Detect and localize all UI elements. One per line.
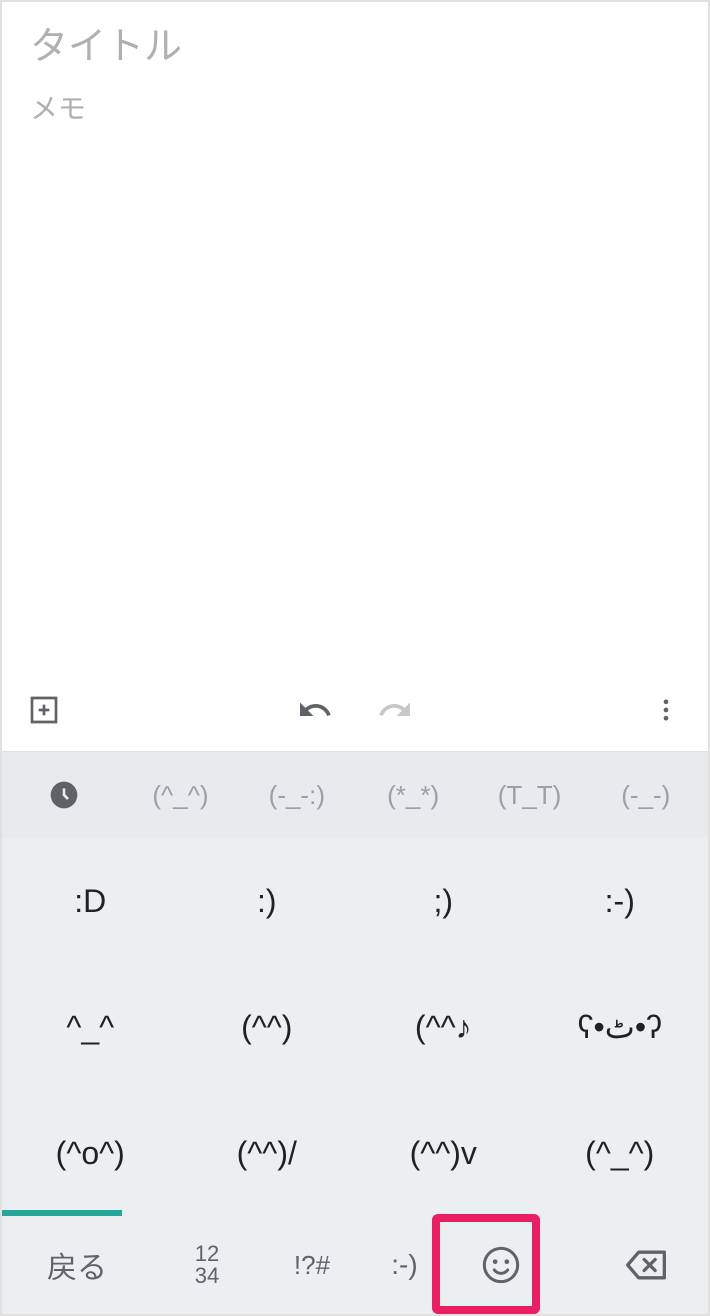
kaomoji-key[interactable]: :D — [2, 838, 179, 964]
smiley-icon — [481, 1245, 521, 1285]
undo-button[interactable] — [291, 686, 339, 734]
kaomoji-key[interactable]: (^^)/ — [179, 1090, 356, 1216]
numbers-key[interactable]: 12 34 — [152, 1216, 262, 1314]
kaomoji-key[interactable]: ʕ•ٹ•ʔ — [532, 964, 709, 1090]
kaomoji-key[interactable]: (^^♪ — [355, 964, 532, 1090]
memo-input[interactable] — [30, 87, 680, 644]
title-input[interactable] — [30, 26, 680, 69]
kaomoji-key[interactable]: (^^) — [179, 964, 356, 1090]
keyboard-bottom-row: 戻る 12 34 !?# :-) — [2, 1216, 708, 1314]
backspace-icon — [624, 1243, 668, 1287]
backspace-key[interactable] — [555, 1216, 708, 1314]
kaomoji-key[interactable]: (^o^) — [2, 1090, 179, 1216]
kaomoji-tab-sweat[interactable]: (-_-:) — [239, 752, 355, 838]
more-vert-icon — [652, 696, 680, 724]
note-toolbar — [2, 668, 708, 752]
clock-icon — [48, 779, 80, 811]
symbols-key[interactable]: !?# — [262, 1216, 362, 1314]
kaomoji-category-tabs: (^_^) (-_-:) (*_*) (T_T) (-_-) — [2, 752, 708, 838]
back-key[interactable]: 戻る — [2, 1216, 152, 1314]
kaomoji-key[interactable]: (^_^) — [532, 1090, 709, 1216]
kaomoji-grid: :D :) ;) :-) ^_^ (^^) (^^♪ ʕ•ٹ•ʔ (^o^) (… — [2, 838, 708, 1216]
kaomoji-key[interactable]: :) — [179, 838, 356, 964]
nums-bot: 34 — [195, 1265, 219, 1287]
nums-top: 12 — [195, 1243, 219, 1265]
emoji-key[interactable] — [447, 1216, 555, 1314]
redo-icon — [377, 692, 413, 728]
kaomoji-tab-recent[interactable] — [6, 752, 122, 838]
kaomoji-tab-star[interactable]: (*_*) — [355, 752, 471, 838]
kaomoji-key[interactable]: :-) — [532, 838, 709, 964]
kaomoji-tab-happy[interactable]: (^_^) — [122, 752, 238, 838]
note-editor — [2, 2, 708, 668]
plus-box-icon — [28, 694, 60, 726]
kaomoji-key[interactable]: (^^)v — [355, 1090, 532, 1216]
kaomoji-tab-flat[interactable]: (-_-) — [588, 752, 704, 838]
redo-button[interactable] — [371, 686, 419, 734]
undo-icon — [297, 692, 333, 728]
kaomoji-tab-cry[interactable]: (T_T) — [471, 752, 587, 838]
kaomoji-key[interactable]: ;) — [355, 838, 532, 964]
add-button[interactable] — [20, 686, 68, 734]
kaomoji-key[interactable]: :-) — [362, 1216, 447, 1314]
more-button[interactable] — [642, 686, 690, 734]
kaomoji-key[interactable]: ^_^ — [2, 964, 179, 1090]
